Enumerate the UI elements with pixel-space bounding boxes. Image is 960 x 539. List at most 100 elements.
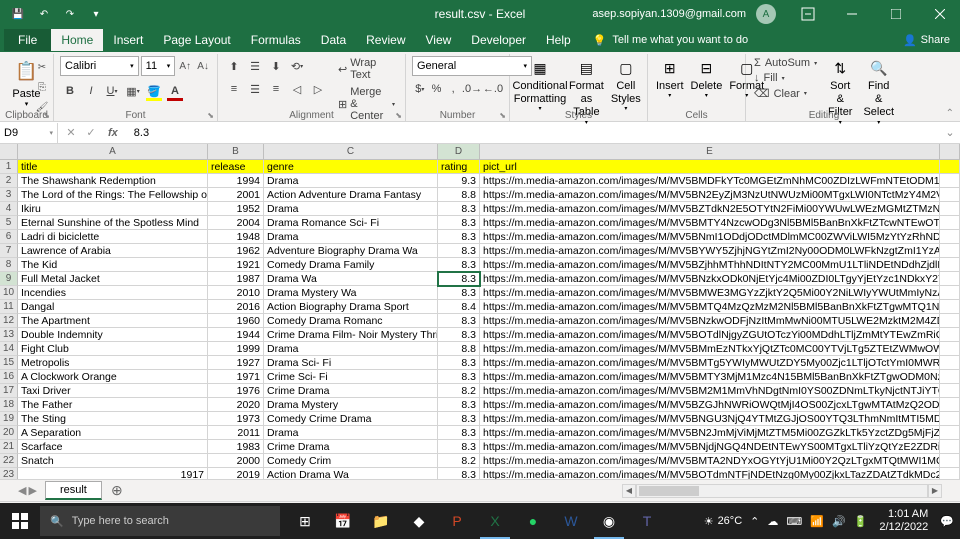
cell-B22[interactable]: 2000: [208, 454, 264, 468]
battery-icon[interactable]: 🔋: [854, 515, 868, 528]
cell-B8[interactable]: 1921: [208, 258, 264, 272]
alignment-expand-icon[interactable]: ⬊: [395, 111, 402, 120]
cell-B20[interactable]: 2011: [208, 426, 264, 440]
cell-E11[interactable]: https://m.media-amazon.com/images/M/MV5B…: [480, 300, 940, 314]
cell-D23[interactable]: 8.3: [438, 468, 480, 479]
fx-icon[interactable]: fx: [102, 127, 124, 139]
cell-A13[interactable]: Double Indemnity: [18, 328, 208, 342]
tab-nav-next-icon[interactable]: ▶: [28, 484, 36, 497]
row-header-19[interactable]: 19: [0, 412, 18, 426]
taskbar-search[interactable]: 🔍Type here to search: [40, 506, 280, 536]
col-header-overflow[interactable]: [940, 144, 960, 160]
cell-C18[interactable]: Drama Mystery: [264, 398, 438, 412]
file-explorer-icon[interactable]: 📁: [362, 503, 400, 539]
cell-A17[interactable]: Taxi Driver: [18, 384, 208, 398]
cell-E20[interactable]: https://m.media-amazon.com/images/M/MV5B…: [480, 426, 940, 440]
cell-D11[interactable]: 8.4: [438, 300, 480, 314]
cell-C7[interactable]: Adventure Biography Drama Wa: [264, 244, 438, 258]
cell-C13[interactable]: Crime Drama Film- Noir Mystery Thrill: [264, 328, 438, 342]
cell-D2[interactable]: 9.3: [438, 174, 480, 188]
cell-D16[interactable]: 8.3: [438, 370, 480, 384]
excel-icon[interactable]: X: [476, 503, 514, 539]
avatar[interactable]: A: [756, 4, 776, 24]
decrease-decimal-icon[interactable]: ←.0: [483, 79, 503, 99]
cell-C22[interactable]: Comedy Crim: [264, 454, 438, 468]
sheet-tab-result[interactable]: result: [45, 481, 102, 500]
cell-D18[interactable]: 8.3: [438, 398, 480, 412]
number-expand-icon[interactable]: ⬊: [499, 111, 506, 120]
align-top-icon[interactable]: ⬆: [224, 56, 244, 76]
row-header-17[interactable]: 17: [0, 384, 18, 398]
cell-E6[interactable]: https://m.media-amazon.com/images/M/MV5B…: [480, 230, 940, 244]
cell-B23[interactable]: 2019: [208, 468, 264, 479]
add-sheet-button[interactable]: ⊕: [106, 482, 128, 500]
cancel-formula-icon[interactable]: ✕: [62, 124, 80, 142]
ribbon-options-icon[interactable]: [788, 0, 828, 28]
cell-A15[interactable]: Metropolis: [18, 356, 208, 370]
cell-B21[interactable]: 1983: [208, 440, 264, 454]
cell-E14[interactable]: https://m.media-amazon.com/images/M/MV5B…: [480, 342, 940, 356]
row-header-5[interactable]: 5: [0, 216, 18, 230]
row-header-18[interactable]: 18: [0, 398, 18, 412]
cell-E17[interactable]: https://m.media-amazon.com/images/M/MV5B…: [480, 384, 940, 398]
row-header-13[interactable]: 13: [0, 328, 18, 342]
cell-E13[interactable]: https://m.media-amazon.com/images/M/MV5B…: [480, 328, 940, 342]
cell-A22[interactable]: Snatch: [18, 454, 208, 468]
cell-D19[interactable]: 8.3: [438, 412, 480, 426]
start-button[interactable]: [0, 503, 40, 539]
menu-review[interactable]: Review: [356, 29, 415, 51]
align-bottom-icon[interactable]: ⬇: [266, 56, 286, 76]
row-header-8[interactable]: 8: [0, 258, 18, 272]
cell-A12[interactable]: The Apartment: [18, 314, 208, 328]
row-header-7[interactable]: 7: [0, 244, 18, 258]
cell-C10[interactable]: Drama Mystery Wa: [264, 286, 438, 300]
cell-B15[interactable]: 1927: [208, 356, 264, 370]
decrease-indent-icon[interactable]: ◁: [287, 79, 307, 99]
cell-B13[interactable]: 1944: [208, 328, 264, 342]
increase-decimal-icon[interactable]: .0→: [462, 79, 482, 99]
cell-A6[interactable]: Ladri di biciclette: [18, 230, 208, 244]
redo-icon[interactable]: ↷: [58, 2, 82, 26]
cell-B16[interactable]: 1971: [208, 370, 264, 384]
increase-font-icon[interactable]: A↑: [177, 57, 193, 75]
cell-C3[interactable]: Action Adventure Drama Fantasy: [264, 188, 438, 202]
copy-icon[interactable]: ⎘: [33, 78, 51, 96]
cell-A21[interactable]: Scarface: [18, 440, 208, 454]
row-header-12[interactable]: 12: [0, 314, 18, 328]
close-icon[interactable]: [920, 0, 960, 28]
cell-C11[interactable]: Action Biography Drama Sport: [264, 300, 438, 314]
undo-icon[interactable]: ↶: [32, 2, 56, 26]
cloud-icon[interactable]: ☁: [767, 515, 778, 528]
cell-D9[interactable]: 8.3: [438, 272, 480, 286]
cell-C14[interactable]: Drama: [264, 342, 438, 356]
col-header-C[interactable]: C: [264, 144, 438, 160]
whatsapp-icon[interactable]: ●: [514, 503, 552, 539]
cell-C17[interactable]: Crime Drama: [264, 384, 438, 398]
col-header-A[interactable]: A: [18, 144, 208, 160]
qa-customize-icon[interactable]: ▾: [84, 2, 108, 26]
cell-E15[interactable]: https://m.media-amazon.com/images/M/MV5B…: [480, 356, 940, 370]
vscode-icon[interactable]: ◆: [400, 503, 438, 539]
cell-B14[interactable]: 1999: [208, 342, 264, 356]
volume-icon[interactable]: 🔊: [832, 515, 846, 528]
cell-D12[interactable]: 8.3: [438, 314, 480, 328]
teams-icon[interactable]: T: [628, 503, 666, 539]
cell-C4[interactable]: Drama: [264, 202, 438, 216]
minimize-icon[interactable]: [832, 0, 872, 28]
cell-E4[interactable]: https://m.media-amazon.com/images/M/MV5B…: [480, 202, 940, 216]
name-box[interactable]: D9▾: [0, 123, 58, 143]
menu-pagelayout[interactable]: Page Layout: [153, 29, 240, 51]
cell-E2[interactable]: https://m.media-amazon.com/images/M/MV5B…: [480, 174, 940, 188]
row-header-4[interactable]: 4: [0, 202, 18, 216]
cell-D14[interactable]: 8.8: [438, 342, 480, 356]
row-header-10[interactable]: 10: [0, 286, 18, 300]
cell-C21[interactable]: Crime Drama: [264, 440, 438, 454]
row-header-1[interactable]: 1: [0, 160, 18, 174]
select-all-corner[interactable]: [0, 144, 18, 160]
cell-E16[interactable]: https://m.media-amazon.com/images/M/MV5B…: [480, 370, 940, 384]
cell-A3[interactable]: The Lord of the Rings: The Fellowship of…: [18, 188, 208, 202]
cell-D7[interactable]: 8.3: [438, 244, 480, 258]
cell-C15[interactable]: Drama Sci- Fi: [264, 356, 438, 370]
cell-B1[interactable]: release: [208, 160, 264, 174]
cell-C20[interactable]: Drama: [264, 426, 438, 440]
